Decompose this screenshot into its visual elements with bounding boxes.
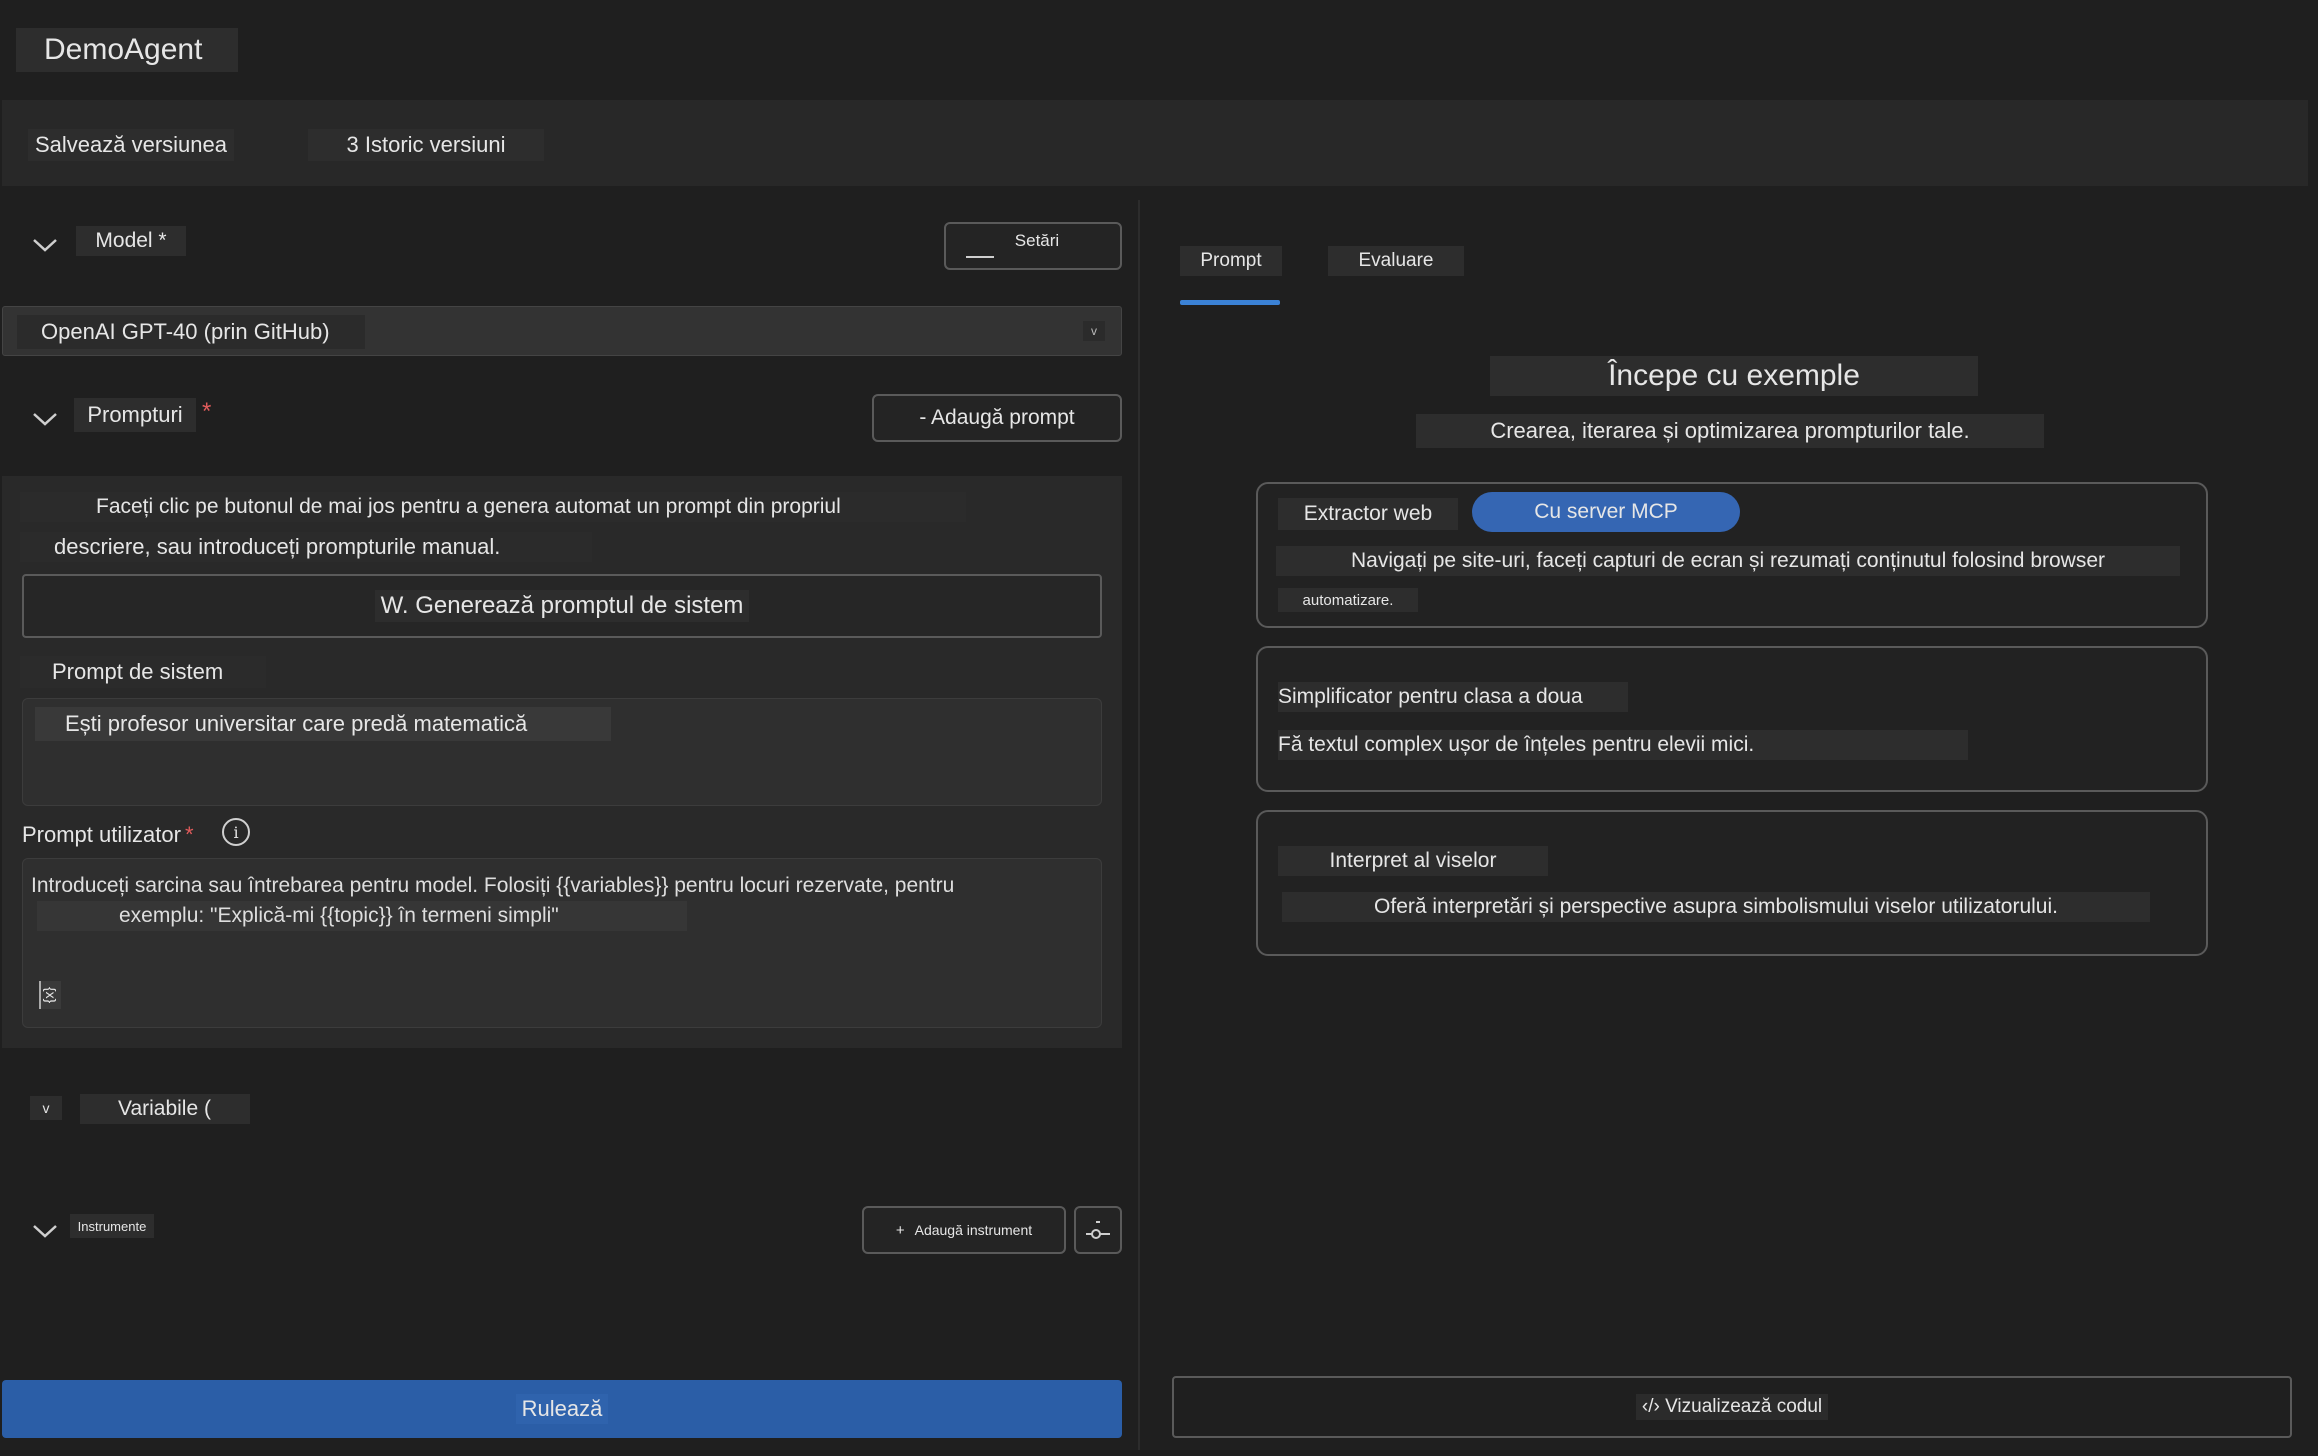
system-prompt-value: Ești profesor universitar care predă mat… bbox=[35, 707, 611, 741]
plus-icon: + bbox=[895, 1221, 905, 1239]
view-code-button[interactable]: ‹/› Vizualizează codul bbox=[1172, 1376, 2292, 1438]
model-select-value: OpenAI GPT-40 (prin GitHub) bbox=[17, 315, 365, 349]
example-card-desc-line1: Navigați pe site-uri, faceți capturi de … bbox=[1276, 546, 2180, 576]
example-card-title: Extractor web bbox=[1278, 498, 1458, 530]
prompts-intro-line2: descriere, sau introduceți prompturile m… bbox=[20, 532, 592, 562]
model-section-title: Model * bbox=[76, 226, 186, 256]
examples-heading: Începe cu exemple bbox=[1490, 356, 1978, 396]
prompts-collapse-chevron-icon[interactable] bbox=[30, 404, 60, 434]
model-collapse-chevron-icon[interactable] bbox=[30, 230, 60, 260]
model-select[interactable]: OpenAI GPT-40 (prin GitHub) v bbox=[2, 306, 1122, 356]
add-prompt-button[interactable]: - Adaugă prompt bbox=[872, 394, 1122, 442]
add-tool-button[interactable]: + Adaugă instrument bbox=[862, 1206, 1066, 1254]
variables-collapse-chevron-icon[interactable]: v bbox=[30, 1096, 62, 1120]
prompts-section-title: Prompturi bbox=[74, 398, 196, 432]
settings-slider-icon bbox=[966, 246, 994, 258]
info-icon[interactable]: i bbox=[222, 818, 250, 846]
user-prompt-placeholder-line1: Introduceți sarcina sau întrebarea pentr… bbox=[31, 874, 955, 897]
chevron-down-icon: v bbox=[1083, 321, 1105, 341]
app-title-box: DemoAgent bbox=[16, 28, 238, 72]
generate-label: W. Generează promptul de sistem bbox=[374, 590, 750, 622]
examples-subheading: Crearea, iterarea și optimizarea promptu… bbox=[1416, 414, 2044, 448]
example-card-simplifier[interactable]: Simplificator pentru clasa a doua Fă tex… bbox=[1256, 646, 2208, 792]
tools-collapse-chevron-icon[interactable] bbox=[30, 1216, 60, 1246]
user-prompt-label: Prompt utilizator * bbox=[22, 822, 194, 847]
prompts-intro-line1: Faceți clic pe butonul de mai jos pentru… bbox=[20, 492, 966, 522]
generate-system-prompt-button[interactable]: W. Generează promptul de sistem bbox=[22, 574, 1102, 638]
tab-prompt-underline bbox=[1180, 300, 1280, 305]
panel-divider bbox=[1138, 200, 1140, 1450]
variables-section-title: Variabile ( bbox=[80, 1094, 250, 1124]
example-card-desc: Fă textul complex ușor de înțeles pentru… bbox=[1278, 730, 1968, 760]
user-prompt-placeholder-line2: exemplu: "Explică-mi {{topic}} în termen… bbox=[37, 901, 687, 931]
example-card-title: Simplificator pentru clasa a doua bbox=[1278, 682, 1628, 712]
system-prompt-label: Prompt de sistem bbox=[20, 656, 266, 688]
tab-evaluare[interactable]: Evaluare bbox=[1328, 246, 1464, 276]
settings-button[interactable]: Setări bbox=[944, 222, 1122, 270]
tool-settings-icon[interactable] bbox=[1074, 1206, 1122, 1254]
user-prompt-textarea[interactable]: Introduceți sarcina sau întrebarea pentr… bbox=[22, 858, 1102, 1028]
example-card-web-extractor[interactable]: Extractor web Cu server MCP Navigați pe … bbox=[1256, 482, 2208, 628]
system-prompt-textarea[interactable]: Ești profesor universitar care predă mat… bbox=[22, 698, 1102, 806]
mcp-server-badge: Cu server MCP bbox=[1472, 492, 1740, 532]
example-card-title: Interpret al viselor bbox=[1278, 846, 1548, 876]
prompts-required-mark: * bbox=[202, 398, 212, 425]
example-card-desc-line2: automatizare. bbox=[1278, 588, 1418, 612]
example-card-desc: Oferă interpretări și perspective asupra… bbox=[1282, 892, 2150, 922]
run-button[interactable]: Rulează bbox=[2, 1380, 1122, 1438]
app-title: DemoAgent bbox=[44, 33, 203, 66]
tools-section-title: Instrumente bbox=[70, 1214, 154, 1238]
tab-prompt[interactable]: Prompt bbox=[1180, 246, 1282, 276]
insert-variable-icon[interactable]: {x} bbox=[39, 981, 61, 1009]
example-card-dream-interpreter[interactable]: Interpret al viselor Oferă interpretări … bbox=[1256, 810, 2208, 956]
user-prompt-required-mark: * bbox=[184, 822, 194, 847]
version-history-button[interactable]: 3 Istoric versiuni bbox=[308, 129, 544, 161]
save-version-button[interactable]: Salvează versiunea bbox=[28, 129, 234, 161]
